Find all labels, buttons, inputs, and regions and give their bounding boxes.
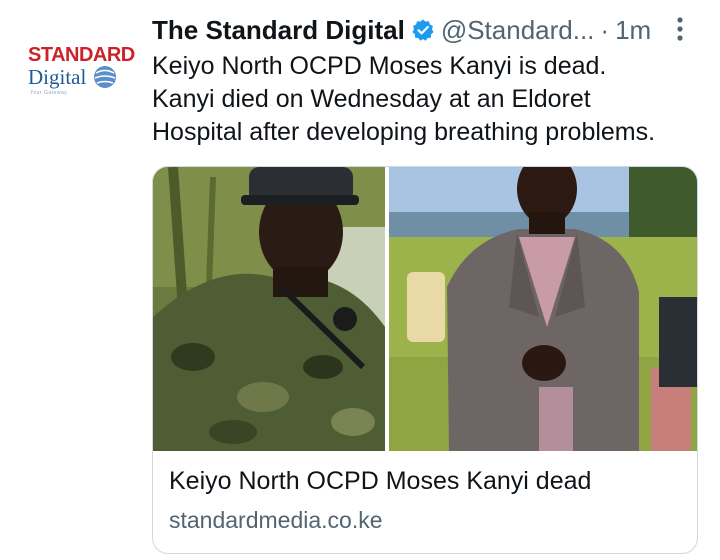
verified-badge-icon: [411, 18, 435, 42]
avatar-brand-line2: Digital: [28, 65, 87, 89]
display-name[interactable]: The Standard Digital: [152, 15, 405, 46]
tweet-text-line: Kanyi died on Wednesday at an Eldoret: [152, 85, 591, 113]
globe-logo-icon: [94, 66, 116, 88]
card-photo-left[interactable]: [153, 167, 385, 451]
link-preview-card[interactable]: Keiyo North OCPD Moses Kanyi dead standa…: [152, 166, 698, 554]
profile-avatar[interactable]: STANDARD Digital Your Gateway: [20, 40, 135, 102]
card-domain[interactable]: standardmedia.co.ke: [169, 507, 383, 534]
more-options-button[interactable]: [670, 14, 690, 44]
timestamp[interactable]: 1m: [615, 15, 651, 46]
avatar-tagline: Your Gateway: [30, 90, 68, 96]
card-photo-right[interactable]: [389, 167, 697, 451]
tweet-text: Keiyo North OCPD Moses Kanyi is dead. Ka…: [152, 50, 707, 149]
tweet-text-line: Hospital after developing breathing prob…: [152, 118, 656, 146]
separator-dot: ·: [600, 14, 610, 45]
card-media[interactable]: [153, 167, 697, 451]
tweet-header: The Standard Digital @Standard... · 1m: [152, 12, 692, 48]
card-title[interactable]: Keiyo North OCPD Moses Kanyi dead: [169, 467, 591, 496]
user-handle[interactable]: @Standard...: [441, 15, 595, 46]
more-vertical-icon: [677, 17, 683, 41]
tweet-text-line: Keiyo North OCPD Moses Kanyi is dead.: [152, 52, 607, 80]
